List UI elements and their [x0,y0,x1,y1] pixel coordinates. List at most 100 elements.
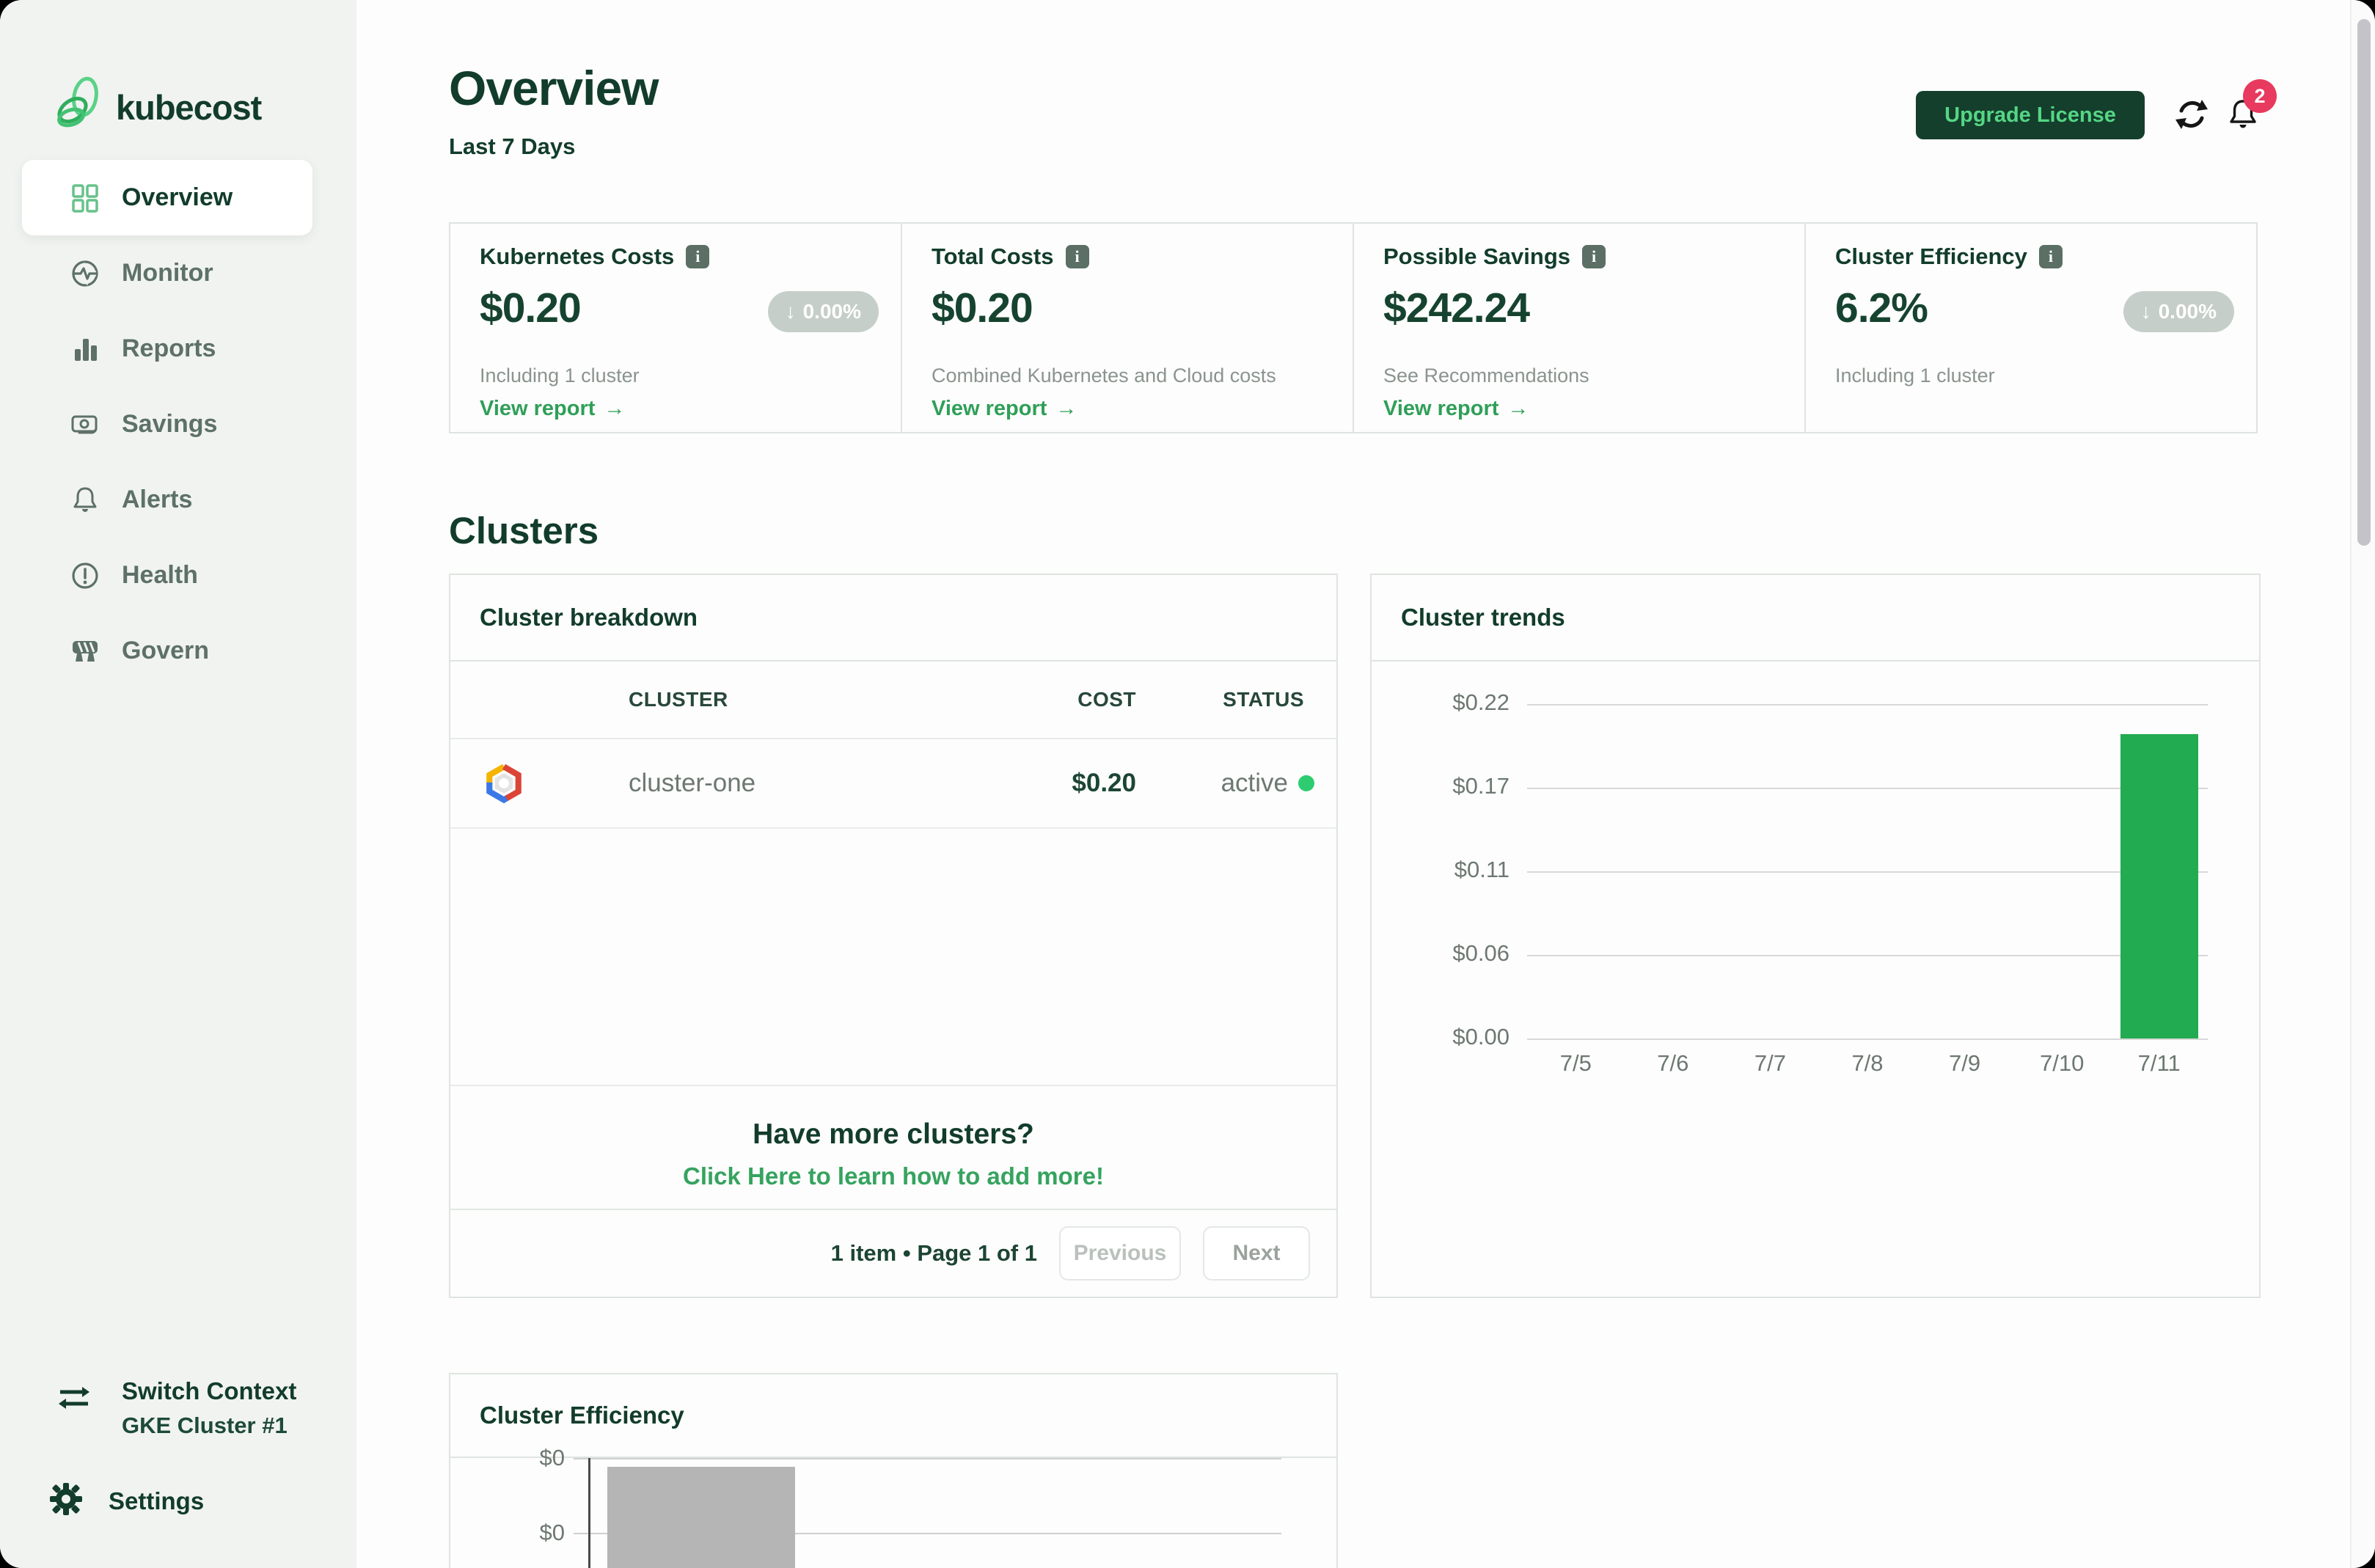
cluster-efficiency-title: Cluster Efficiency [450,1374,1336,1458]
gridline [1527,955,2208,956]
stat-card-value: $0.20 [480,285,582,331]
sidebar-item-label: Govern [122,637,210,664]
info-icon[interactable]: i [1065,245,1089,268]
previous-button[interactable]: Previous [1059,1226,1181,1281]
sidebar-item-label: Health [122,561,198,589]
sidebar-item-label: Alerts [122,486,193,513]
cluster-trends-title: Cluster trends [1372,575,2259,662]
stat-card-cluster-efficiency: Cluster Efficiency i 6.2% ↓ 0.00% Includ… [1804,222,2258,433]
stat-cards-row: Kubernetes Costs i $0.20 ↓ 0.00% Includi… [449,222,2258,433]
bell-icon [69,484,101,516]
brand-name: kubecost [116,88,262,127]
x-axis-tick: 7/5 [1559,1050,1592,1076]
stat-card-subtext: Including 1 cluster [480,364,640,386]
more-clusters-prompt: Have more clusters? Click Here to learn … [450,1085,1336,1209]
banknote-icon [69,409,101,441]
sidebar-item-reports[interactable]: Reports [22,311,312,386]
sidebar-item-overview[interactable]: Overview [22,160,312,235]
sidebar-nav: Overview Monitor Reports Savings Alerts … [22,160,312,689]
view-report-link[interactable]: View report → [480,397,625,421]
add-clusters-link[interactable]: Click Here to learn how to add more! [450,1162,1336,1190]
next-button[interactable]: Next [1203,1226,1310,1281]
settings-label: Settings [109,1487,205,1514]
info-icon[interactable]: i [2038,245,2063,268]
alert-circle-icon [69,560,101,592]
grid-icon [69,182,101,214]
arrow-right-icon: → [604,397,626,420]
table-header: CLUSTER COST STATUS [450,662,1336,739]
stat-card-kubernetes-costs: Kubernetes Costs i $0.20 ↓ 0.00% Includi… [449,222,902,433]
table-row[interactable]: cluster-one $0.20 active [450,739,1336,829]
y-axis-tick: $0.22 [1452,689,1509,715]
cluster-trends-panel: Cluster trends $0.22 $0.17 $0.11 $0.06 $0.00… [1370,574,2261,1298]
switch-context-title: Switch Context [122,1377,297,1404]
barrier-icon [69,635,101,667]
trend-badge: ↓ 0.00% [767,291,879,332]
sidebar-item-label: Reports [122,334,216,362]
stat-card-possible-savings: Possible Savings i $242.24 See Recommend… [1353,222,1806,433]
kubecost-logo-icon [53,76,106,139]
x-axis-tick: 7/8 [1851,1050,1884,1076]
cluster-breakdown-title: Cluster breakdown [450,575,1336,662]
stat-card-value: $242.24 [1383,285,1530,331]
switch-context-subtitle: GKE Cluster #1 [122,1413,288,1438]
sidebar-item-alerts[interactable]: Alerts [22,462,312,538]
column-header-status: STATUS [1223,688,1304,711]
y-axis-tick: $0.17 [1452,773,1509,799]
y-axis-tick: $0.00 [1452,1024,1509,1049]
stat-card-title: Kubernetes Costs [480,243,675,269]
status-active-dot [1298,775,1314,791]
stat-card-value: $0.20 [932,285,1033,331]
column-header-cost: COST [1077,688,1136,711]
x-axis-tick: 7/10 [2039,1050,2085,1076]
sidebar-item-monitor[interactable]: Monitor [22,235,312,311]
sidebar-item-label: Savings [122,410,218,438]
trend-badge: ↓ 0.00% [2123,291,2234,332]
scrollbar-thumb[interactable] [2357,19,2371,546]
app-window: kubecost Overview Monitor Reports Saving… [0,0,2375,1568]
bar-chart-icon [69,333,101,365]
efficiency-bar [607,1467,795,1568]
sidebar-item-settings[interactable]: Settings [48,1481,204,1520]
clusters-heading: Clusters [449,510,599,552]
view-report-link[interactable]: View report → [1383,397,1529,421]
sidebar-item-label: Monitor [122,259,213,287]
x-axis-tick: 7/9 [1949,1050,1981,1076]
stat-card-title: Total Costs [932,243,1054,269]
page-subtitle: Last 7 Days [449,133,576,159]
stat-card-value: 6.2% [1835,285,1928,331]
refresh-icon[interactable] [2173,95,2211,133]
stat-card-subtext: Including 1 cluster [1835,364,1995,386]
cluster-trends-plot: $0.22 $0.17 $0.11 $0.06 $0.00 7/5 7/6 7/7 7/8 7/9… [1452,689,2208,1076]
gridline [1527,1038,2208,1040]
x-axis-tick: 7/7 [1754,1050,1786,1076]
info-icon[interactable]: i [1582,245,1606,268]
sidebar-item-health[interactable]: Health [22,538,312,613]
monitor-icon [69,257,101,290]
sidebar: kubecost Overview Monitor Reports Saving… [0,0,356,1568]
x-axis-tick: 7/6 [1657,1050,1689,1076]
view-report-link[interactable]: View report → [932,397,1077,421]
gridline [1527,871,2208,873]
gridline [574,1458,1281,1459]
scrollbar-track [2350,0,2375,1568]
sidebar-item-savings[interactable]: Savings [22,386,312,462]
gcp-logo [483,739,525,827]
sidebar-item-govern[interactable]: Govern [22,613,312,689]
pagination: 1 item • Page 1 of 1 Previous Next [450,1209,1336,1297]
notification-count-badge[interactable]: 2 [2243,79,2277,113]
gridline [1527,704,2208,706]
switch-context-button[interactable]: Switch Context GKE Cluster #1 [53,1377,296,1439]
switch-arrows-icon [53,1377,95,1439]
upgrade-license-button[interactable]: Upgrade License [1916,91,2145,139]
info-icon[interactable]: i [686,245,710,268]
stat-card-title: Cluster Efficiency [1835,243,2027,269]
stat-card-total-costs: Total Costs i $0.20 Combined Kubernetes … [901,222,1354,433]
page-title: Overview [449,61,659,115]
y-axis-tick: $0.11 [1454,857,1509,882]
x-axis-tick: 7/11 [2137,1050,2181,1076]
cluster-efficiency-panel: Cluster Efficiency $0 $0 [449,1373,1338,1568]
cluster-status: active [1221,739,1314,827]
arrow-right-icon: → [1055,397,1077,420]
stat-card-title: Possible Savings [1383,243,1570,269]
